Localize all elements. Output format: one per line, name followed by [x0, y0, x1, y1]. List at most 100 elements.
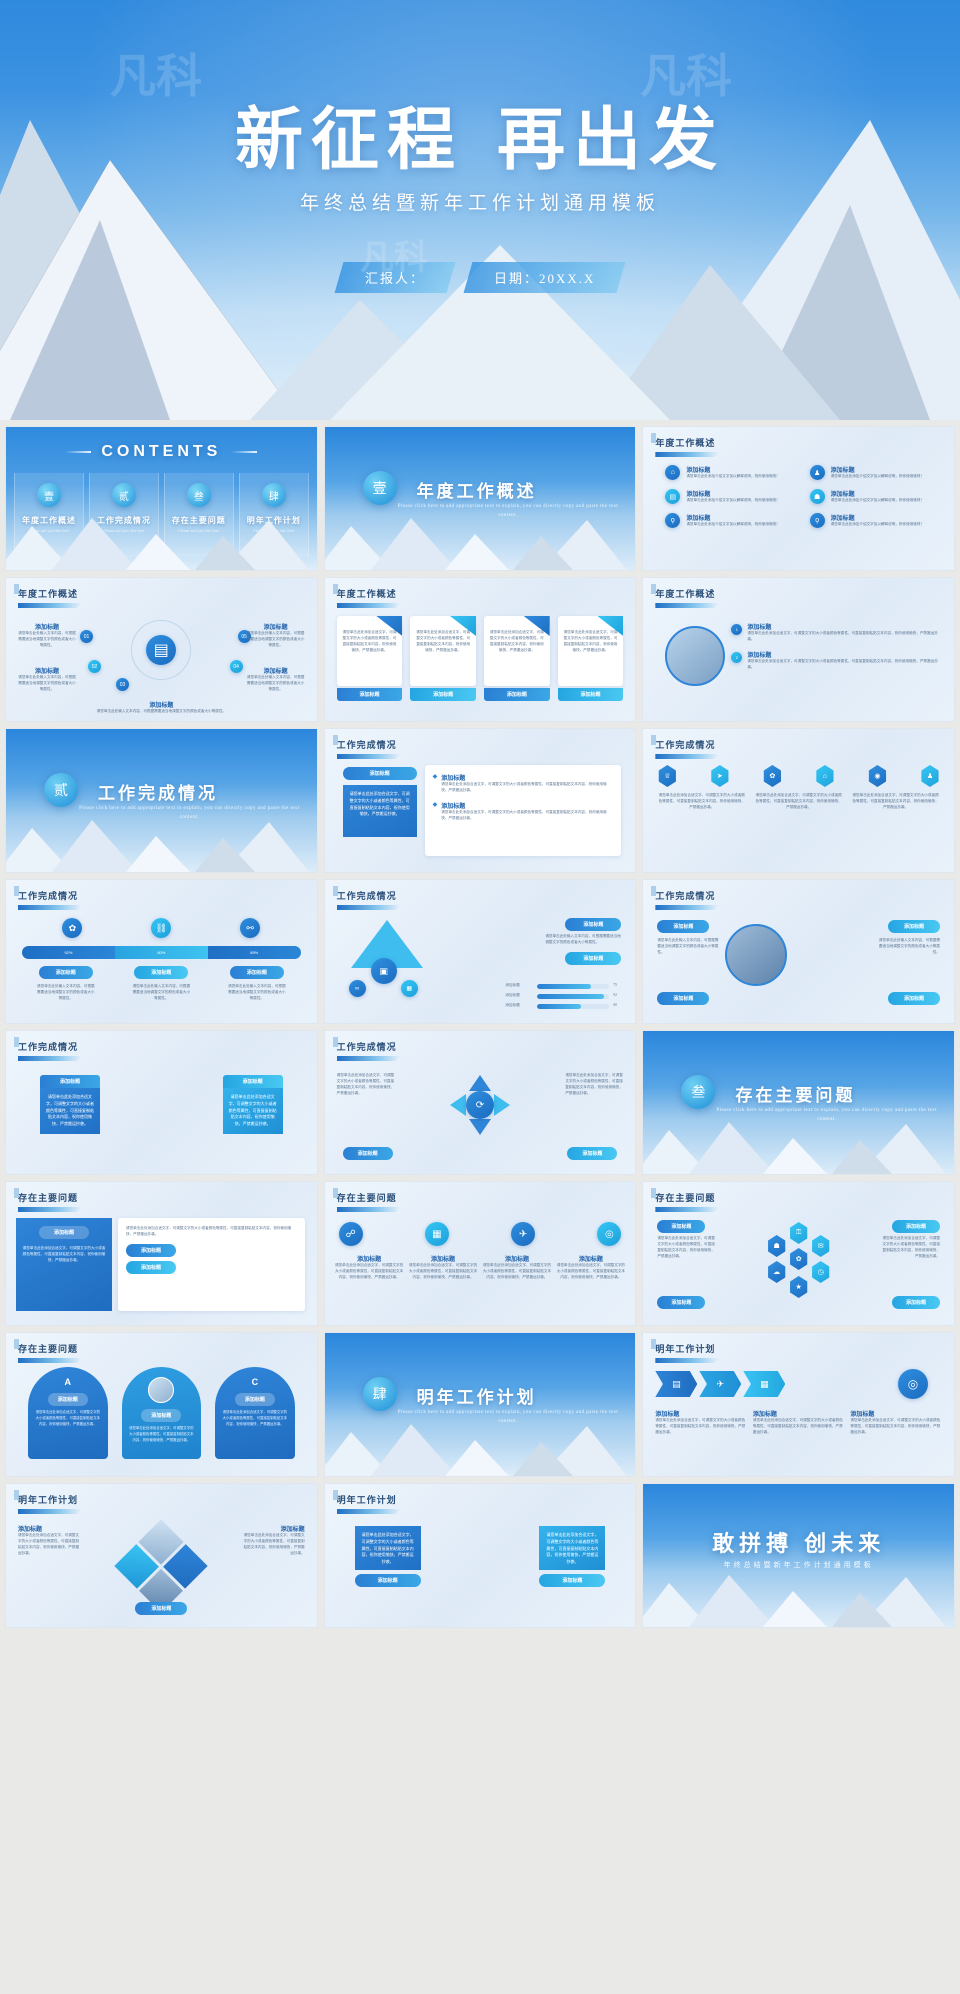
card-title-button[interactable]: 添加标题: [336, 688, 403, 701]
row-title-button[interactable]: 添加标题: [657, 920, 710, 933]
info-card[interactable]: 请您单击此处添加合适文字，可调整文字的大小或者颜色等属性，可直接复制粘贴文本内容…: [410, 616, 476, 701]
rocket-icon[interactable]: ✈: [699, 1371, 742, 1397]
thumb-contents[interactable]: CONTENTS 壹 年度工作概述 Please add your title …: [5, 426, 318, 571]
panel-title-button[interactable]: 添加标题: [126, 1260, 176, 1274]
refresh-icon[interactable]: ⟳: [465, 1091, 494, 1119]
arch-item[interactable]: 添加标题 请您单击此处添加合适文字，可调整文字的大小或者颜色等属性，可直接复制粘…: [121, 1367, 202, 1459]
thumb-overview-photo-list[interactable]: 年度工作概述 1 2 添加标题 请您单击此处添加合适文字，可调整文字的大小或者颜…: [642, 577, 955, 722]
handshake-icon[interactable]: ☍: [338, 1222, 363, 1246]
box-title-button[interactable]: 添加标题: [539, 1574, 606, 1587]
icon-item[interactable]: ▤ 添加标题 请您单击此处添加介绍文字加以解释说明，祝你使用愉快！: [665, 489, 795, 504]
arch-title-button[interactable]: 添加标题: [141, 1409, 182, 1422]
target-icon[interactable]: ◎: [597, 1222, 622, 1246]
icon-item[interactable]: ϙ 添加标题 请您单击此处添加介绍文字加以解释说明，祝你使用愉快！: [809, 513, 940, 528]
gear-icon[interactable]: ✿: [790, 1248, 808, 1270]
thumb-overview-icon-grid[interactable]: 年度工作概述 ⌂ 添加标题 请您单击此处添加介绍文字加以解释说明，祝你使用愉快！…: [642, 426, 955, 571]
thumb-progress-segments[interactable]: 工作完成情况 ✿ ⛓ ⚯ 92% 80% 89% 添加标题 添加标题 添加标题 …: [5, 879, 318, 1024]
row-title-button[interactable]: 添加标题: [565, 918, 622, 931]
thumb-progress-blocks[interactable]: 工作完成情况 添加标题 请您单击此处添加合适文字，可调整文字的大小或者颜色等属性…: [5, 1030, 318, 1175]
bullet-item[interactable]: ◆ 添加标题 请您单击此处添加合适文字，可调整文字的大小或者颜色等属性，可直接复…: [433, 773, 614, 794]
panel-title-button[interactable]: 添加标题: [39, 1226, 89, 1239]
gear-icon[interactable]: ✿: [763, 765, 781, 787]
thumb-problems-icon-row[interactable]: 存在主要问题 ☍ ▦ ✈ ◎ 添加标题 请您单击此处添加合适文字，可调整文字的大…: [323, 1181, 637, 1326]
block-item[interactable]: 添加标题 请您单击此处添加合适文字，可调整文字的大小或者颜色等属性，可直接复制粘…: [222, 1075, 283, 1137]
info-card[interactable]: 请您单击此处添加合适文字，可调整文字的大小或者颜色等属性，可直接复制粘贴文本内容…: [336, 616, 403, 701]
chart-icon[interactable]: ▦: [424, 1222, 449, 1246]
block-title-button[interactable]: 添加标题: [222, 1075, 283, 1088]
crown-icon[interactable]: ♕: [658, 765, 676, 787]
cloud-icon[interactable]: ☁: [768, 1261, 786, 1283]
thumb-section-4[interactable]: 肆 明年工作计划 Please click here to add approp…: [323, 1332, 637, 1477]
rocket-icon[interactable]: ✈: [511, 1222, 536, 1246]
thumb-overview-cards[interactable]: 年度工作概述 请您单击此处添加合适文字，可调整文字的大小或者颜色等属性，可直接复…: [323, 577, 637, 722]
segment-title-button[interactable]: 添加标题: [38, 966, 93, 979]
arch-item[interactable]: A 添加标题 请您单击此处添加合适文字，可调整文字的大小或者颜色等属性，可直接复…: [28, 1367, 108, 1459]
info-card[interactable]: 请您单击此处添加合适文字，可调整文字的大小或者颜色等属性，可直接复制粘贴文本内容…: [484, 616, 550, 701]
thumb-plan-diamonds[interactable]: 明年工作计划 添加标题 请您单击此处添加合适文字，可调整文字的大小或者颜色等属性…: [5, 1483, 318, 1628]
thumb-progress-arrows[interactable]: 工作完成情况 ⟳ 请您单击此处添加合适文字，可调整文字的大小或者颜色等属性，可直…: [323, 1030, 637, 1175]
cluster-title-button[interactable]: 添加标题: [657, 1296, 706, 1309]
thumb-section-1[interactable]: 壹 年度工作概述 Please click here to add approp…: [323, 426, 637, 571]
user-icon[interactable]: ☗: [768, 1235, 786, 1257]
mail-icon[interactable]: ✉: [812, 1235, 830, 1257]
row-title-button[interactable]: 添加标题: [657, 992, 710, 1005]
cluster-title-button[interactable]: 添加标题: [891, 1220, 940, 1233]
list-item[interactable]: 添加标题 请您单击此处添加合适文字，可调整文字的大小或者颜色等属性，可直接复制粘…: [747, 650, 942, 671]
panel-title-button[interactable]: 添加标题: [126, 1243, 176, 1257]
arrow-title-button[interactable]: 添加标题: [342, 1147, 393, 1160]
arch-item[interactable]: C 添加标题 请您单击此处添加合适文字，可调整文字的大小或者颜色等属性，可直接复…: [215, 1367, 295, 1459]
thumb-problems-hex-cluster[interactable]: 存在主要问题 ✿ ⚿ ☗ ✉ ☁ ◷ ★ 添加标题 请您单击此处添加合适文字，可…: [642, 1181, 955, 1326]
thumb-section-2[interactable]: 贰 工作完成情况 Please click here to add approp…: [5, 728, 318, 873]
thumb-progress-photo[interactable]: 工作完成情况 添加标题 请您单击此处输入文本内容，可根据需要适当地调整文字的颜色…: [642, 879, 955, 1024]
target-icon[interactable]: ◎: [897, 1369, 928, 1399]
arrow-title-button[interactable]: 添加标题: [567, 1147, 618, 1160]
thumb-section-3[interactable]: 叁 存在主要问题 Please click here to add approp…: [642, 1030, 955, 1175]
thumb-overview-orbit[interactable]: 年度工作概述 ▤ 01 02 03 04 05 添加标题 请您单击此处输入文本内…: [5, 577, 318, 722]
bullet-item[interactable]: ◆ 添加标题 请您单击此处添加合适文字，可调整文字的大小或者颜色等属性，可直接复…: [433, 801, 614, 822]
panel-title-button[interactable]: 添加标题: [342, 767, 417, 780]
icon-item[interactable]: ♟ 添加标题 请您单击此处添加介绍文字加以解释说明，祝你使用愉快！: [809, 465, 940, 480]
arch-title-button[interactable]: 添加标题: [234, 1393, 275, 1406]
block-item[interactable]: 添加标题 请您单击此处添加合适文字，可调整文字的大小或者颜色等属性，可直接复制粘…: [40, 1075, 100, 1137]
orbit-step-03[interactable]: 03: [116, 678, 129, 691]
briefcase-icon[interactable]: ▤: [655, 1371, 698, 1397]
infinity-icon[interactable]: ∞: [348, 980, 366, 997]
card-title-button[interactable]: 添加标题: [410, 688, 476, 701]
trophy-icon[interactable]: ♟: [921, 765, 939, 787]
icon-item[interactable]: ⌂ 添加标题 请您单击此处添加介绍文字加以解释说明，祝你使用愉快！: [665, 465, 795, 480]
send-icon[interactable]: ➤: [711, 765, 729, 787]
chart-icon[interactable]: ▦: [400, 980, 418, 997]
list-item[interactable]: 添加标题 请您单击此处添加合适文字，可调整文字的大小或者颜色等属性，可直接复制粘…: [747, 622, 942, 643]
icon-item[interactable]: ☗ 添加标题 请您单击此处添加介绍文字加以解释说明，祝你使用愉快！: [809, 489, 940, 504]
cluster-title-button[interactable]: 添加标题: [891, 1296, 940, 1309]
clock-icon[interactable]: ◷: [812, 1261, 830, 1283]
box-title-button[interactable]: 添加标题: [354, 1574, 421, 1587]
thumb-problems-split[interactable]: 存在主要问题 添加标题 请您单击此处添加合适文字，可调整文字的大小或者颜色等属性…: [5, 1181, 318, 1326]
calendar-icon[interactable]: ▦: [743, 1371, 786, 1397]
diamond-title-button[interactable]: 添加标题: [135, 1602, 188, 1615]
icon-item[interactable]: ϙ 添加标题 请您单击此处添加介绍文字加以解释说明，祝你使用愉快！: [665, 513, 795, 528]
info-card[interactable]: 请您单击此处添加合适文字，可调整文字的大小或者颜色等属性，可直接复制粘贴文本内容…: [557, 616, 624, 701]
cluster-title-button[interactable]: 添加标题: [657, 1220, 706, 1233]
network-icon[interactable]: ⚯: [240, 918, 261, 938]
segment-title-button[interactable]: 添加标题: [229, 966, 284, 979]
orbit-step-04[interactable]: 04: [229, 660, 243, 673]
row-title-button[interactable]: 添加标题: [565, 952, 622, 965]
lock-icon[interactable]: ⚿: [790, 1222, 808, 1244]
box-item[interactable]: 请您单击此处添加合适文字，可调整文字的大小或者颜色等属性，可直接复制粘贴文本内容…: [354, 1526, 421, 1587]
home-icon[interactable]: ⌂: [816, 765, 834, 787]
orbit-step-01[interactable]: 01: [80, 630, 93, 643]
segment-title-button[interactable]: 添加标题: [134, 966, 189, 979]
image-icon[interactable]: ▣: [370, 958, 397, 984]
star-icon[interactable]: ★: [790, 1276, 808, 1298]
thumb-problems-arches[interactable]: 存在主要问题 A 添加标题 请您单击此处添加合适文字，可调整文字的大小或者颜色等…: [5, 1332, 318, 1477]
card-title-button[interactable]: 添加标题: [484, 688, 550, 701]
thumb-plan-chevrons[interactable]: 明年工作计划 ▤ ✈ ▦ ◎ 添加标题 请您单击此处添加合适文字，可调整文字的大…: [642, 1332, 955, 1477]
thumb-progress-two-panel[interactable]: 工作完成情况 添加标题 请您单击此处添加合适文字，可调整文字的大小或者颜色等属性…: [323, 728, 637, 873]
arch-title-button[interactable]: 添加标题: [47, 1393, 88, 1406]
gear-icon[interactable]: ✿: [62, 918, 83, 938]
location-icon[interactable]: ◉: [868, 765, 887, 787]
box-item[interactable]: 请您单击此处添加合适文字，可调整文字的大小或者颜色等属性，可直接复制粘贴文本内容…: [539, 1526, 606, 1587]
orbit-step-02[interactable]: 02: [88, 660, 101, 673]
card-title-button[interactable]: 添加标题: [557, 688, 624, 701]
